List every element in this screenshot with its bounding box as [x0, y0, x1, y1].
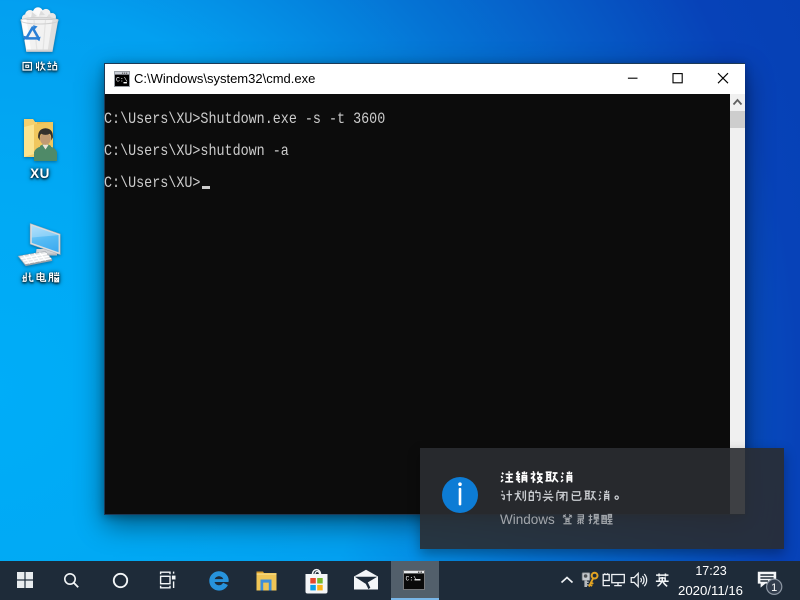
svg-text:1: 1	[771, 582, 777, 594]
